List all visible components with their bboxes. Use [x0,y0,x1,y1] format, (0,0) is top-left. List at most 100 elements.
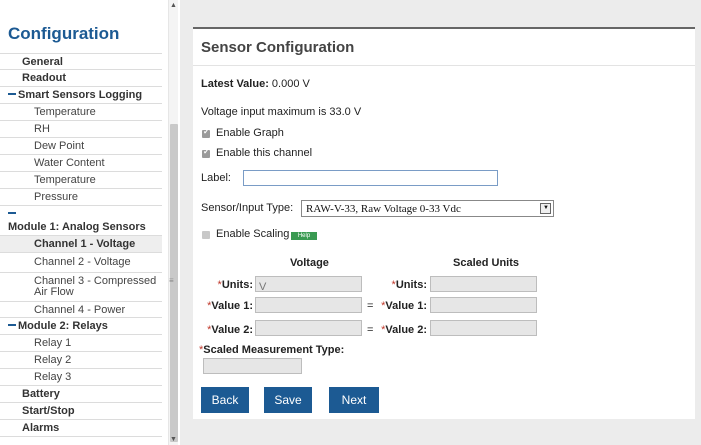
voltage-value2-field[interactable] [255,320,362,338]
voltage-value2-input[interactable] [256,324,361,338]
voltage-value1-field[interactable] [255,297,362,315]
sidebar-item-label: Temperature [34,106,96,118]
sidebar-item-pressure[interactable]: Pressure [0,188,162,205]
scroll-down-icon[interactable]: ▼ [170,436,177,443]
back-button[interactable]: Back [201,387,249,413]
sensor-configuration-panel: Sensor Configuration Latest Value: 0.000… [193,27,695,419]
voltage-max-text: Voltage input maximum is 33.0 V [201,106,362,118]
latest-value-row: Latest Value: 0.000 V [201,78,310,90]
sidebar-item-channel-3[interactable]: Channel 3 - Compressed Air Flow [0,272,162,301]
sidebar-item-readout[interactable]: Readout [0,69,162,86]
sidebar-item-rh[interactable]: RH [0,120,162,137]
sidebar-item-temperature[interactable]: Temperature [0,103,162,120]
voltage-units-field[interactable] [255,276,362,294]
latest-value-label: Latest Value: [201,78,269,90]
sidebar-item-label: Channel 2 - Voltage [34,256,131,268]
sidebar-item-label: Relay 3 [34,371,72,383]
minus-icon[interactable] [8,212,16,215]
units-label: *Units: [209,279,253,291]
scroll-up-icon[interactable]: ▲ [170,2,177,9]
sidebar-item-channel-4-power[interactable]: Channel 4 - Power [0,301,162,317]
sidebar-item-relay-1[interactable]: Relay 1 [0,334,162,351]
enable-graph-label: Enable Graph [216,127,284,139]
scaled-value2-label: *Value 2: [375,324,427,336]
sidebar-item-label: Pressure [34,191,79,203]
sidebar-item-relay-2[interactable]: Relay 2 [0,351,162,368]
sidebar-item-label: Channel 4 - Power [34,304,126,316]
sensor-type-label: Sensor/Input Type: [201,202,294,214]
sidebar-item-start-stop[interactable]: Start/Stop [0,402,162,419]
sidebar-item-battery[interactable]: Battery [0,385,162,402]
sidebar-item-alarms[interactable]: Alarms [0,419,162,437]
sidebar-scrollbar[interactable]: ▲ ≡ ▼ [168,0,178,445]
scaled-units-input[interactable] [431,280,536,294]
check-icon: ✓ [203,147,210,156]
scaled-value1-input[interactable] [431,301,536,315]
sensor-type-value: RAW-V-33, Raw Voltage 0-33 Vdc [306,203,461,215]
value1-label: *Value 1: [199,300,253,312]
sidebar-title: Configuration [8,24,120,43]
sidebar-item-label: Temperature [34,174,96,186]
voltage-units-input[interactable] [256,280,361,294]
sidebar-item-channel-2-voltage[interactable]: Channel 2 - Voltage [0,252,162,272]
check-icon: ✓ [203,127,210,136]
value1-label-text: Value 1: [211,300,253,312]
scaled-value2-input[interactable] [431,324,536,338]
sidebar-item-label: Relay 2 [34,354,72,366]
sidebar-item-module-2[interactable]: Module 2: Relays [0,317,162,334]
scaled-measurement-label: *Scaled Measurement Type: [199,344,344,356]
sidebar-item-label: Start/Stop [22,405,75,417]
sidebar-item-water-content[interactable]: Water Content [0,154,162,171]
sidebar-item-label: General [22,56,63,68]
scaled-units-field[interactable] [430,276,537,294]
enable-channel-checkbox[interactable]: ✓ [202,147,210,158]
scaled-measurement-input[interactable] [204,362,301,376]
scaled-measurement-label-text: Scaled Measurement Type: [203,344,345,356]
page-title: Sensor Configuration [201,39,355,56]
units-label-text: Units: [221,279,253,291]
minus-icon[interactable] [8,93,16,96]
label-input[interactable] [244,174,497,188]
sidebar-item-smart-sensors-logging[interactable]: Smart Sensors Logging [0,86,162,103]
help-button[interactable]: Help [291,232,317,240]
sidebar-item-module-1[interactable]: Module 1: Analog Sensors Logging [0,205,162,246]
latest-value: 0.000 V [271,78,310,90]
minus-icon[interactable] [8,324,16,327]
divider [193,65,695,66]
scaled-value1-label-text: Value 1: [385,300,427,312]
scaled-units-label-text: Units: [395,279,427,291]
value2-label-text: Value 2: [211,324,253,336]
equals-sign: = [367,324,374,336]
sidebar-item-general[interactable]: General [0,53,162,69]
sidebar: Configuration General Readout Smart Sens… [0,0,166,445]
sidebar-item-label: Water Content [34,157,105,169]
scaled-value1-field[interactable] [430,297,537,315]
sidebar-item-relay-3[interactable]: Relay 3 [0,368,162,385]
save-button[interactable]: Save [264,387,312,413]
equals-sign: = [367,300,374,312]
sidebar-item-label: Relay 1 [34,337,72,349]
dropdown-button[interactable]: ▼ [540,203,551,214]
enable-scaling-checkbox[interactable] [202,231,210,239]
sidebar-item-label: Alarms [22,422,60,434]
enable-graph-checkbox[interactable]: ✓ [202,127,210,138]
sidebar-item-label: Dew Point [34,140,85,152]
sidebar-item-temperature-2[interactable]: Temperature [0,171,162,188]
sidebar-item-label: Module 2: Relays [18,320,108,332]
sidebar-item-label: Smart Sensors Logging [18,89,143,101]
sidebar-item-channel-1-voltage[interactable]: Channel 1 - Voltage [0,235,162,252]
sidebar-item-label: Readout [22,72,66,84]
sidebar-item-label: RH [34,123,50,135]
scaled-value2-field[interactable] [430,320,537,338]
value2-label: *Value 2: [199,324,253,336]
sidebar-item-label: Battery [22,388,60,400]
sidebar-item-dew-point[interactable]: Dew Point [0,137,162,154]
scaled-measurement-field[interactable] [203,358,302,376]
label-field[interactable] [243,170,498,188]
sidebar-item-label: Channel 3 - Compressed Air Flow [34,275,157,298]
voltage-header: Voltage [290,257,329,269]
voltage-value1-input[interactable] [256,301,361,315]
enable-channel-label: Enable this channel [216,147,313,159]
next-button[interactable]: Next [329,387,379,413]
sensor-type-select[interactable]: RAW-V-33, Raw Voltage 0-33 Vdc ▼ [301,200,554,217]
